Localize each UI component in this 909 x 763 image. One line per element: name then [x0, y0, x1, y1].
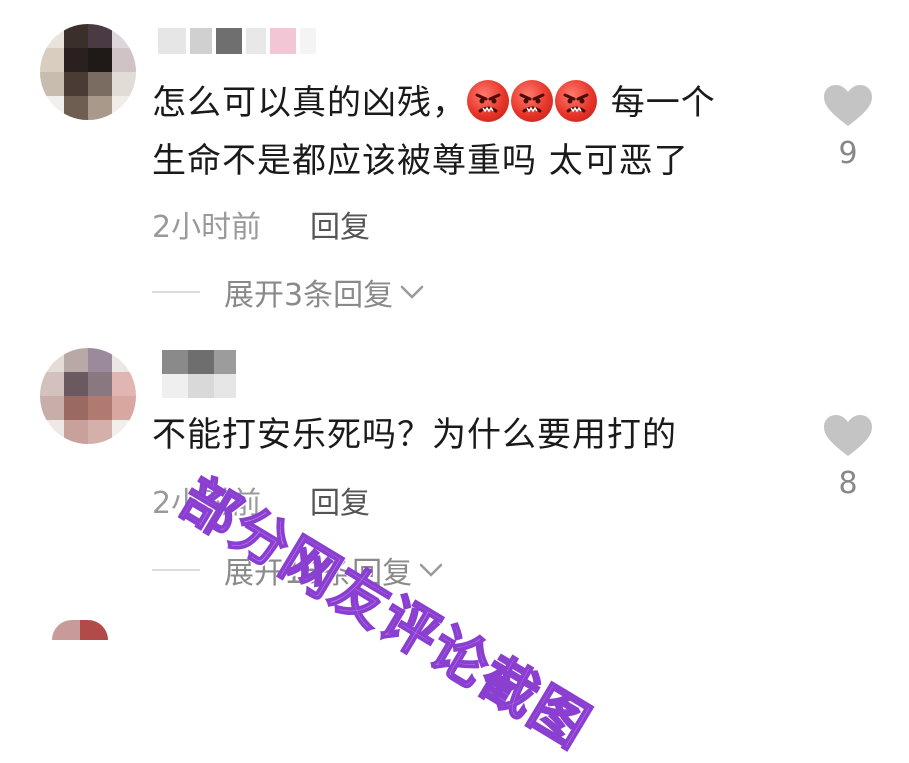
expand-replies-label: 展开15条回复: [224, 556, 413, 591]
reply-button[interactable]: 回复: [310, 202, 370, 246]
angry-face-emoji: [467, 80, 509, 122]
like-count: 9: [838, 136, 858, 171]
avatar[interactable]: [40, 348, 136, 444]
expand-replies-button[interactable]: 展开3条回复: [152, 270, 425, 314]
chevron-down-icon: [399, 283, 425, 301]
reply-button[interactable]: 回复: [310, 478, 370, 522]
divider-line: [152, 569, 200, 571]
expand-replies-label: 展开3条回复: [224, 278, 394, 313]
comment-text-line: 不能打安乐死吗？为什么要用打的: [152, 415, 677, 455]
comment-text: 不能打安乐死吗？为什么要用打的: [152, 406, 802, 464]
like-button[interactable]: 8: [818, 414, 878, 501]
expand-replies-button[interactable]: 展开15条回复: [152, 548, 444, 592]
avatar[interactable]: [52, 620, 108, 640]
username[interactable]: [158, 28, 316, 54]
comment-text-line-tail: 每一个: [599, 83, 716, 123]
heart-icon: [818, 414, 878, 462]
comment-time: 2小时前: [152, 486, 262, 521]
like-count: 8: [838, 466, 858, 501]
avatar[interactable]: [40, 24, 136, 120]
divider-line: [152, 291, 200, 293]
angry-face-emoji: [511, 80, 553, 122]
username[interactable]: [162, 350, 236, 398]
chevron-down-icon: [418, 561, 444, 579]
angry-face-emoji: [555, 80, 597, 122]
like-button[interactable]: 9: [818, 84, 878, 171]
heart-icon: [818, 84, 878, 132]
comment-text-line: 生命不是都应该被尊重吗 太可恶了: [152, 141, 689, 181]
comment-time: 2小时前: [152, 210, 262, 245]
comment-text-line: 怎么可以真的凶残，: [152, 83, 467, 123]
comment-text: 怎么可以真的凶残， 每一个 生命不是都应该被尊重吗 太可恶了: [152, 74, 802, 190]
